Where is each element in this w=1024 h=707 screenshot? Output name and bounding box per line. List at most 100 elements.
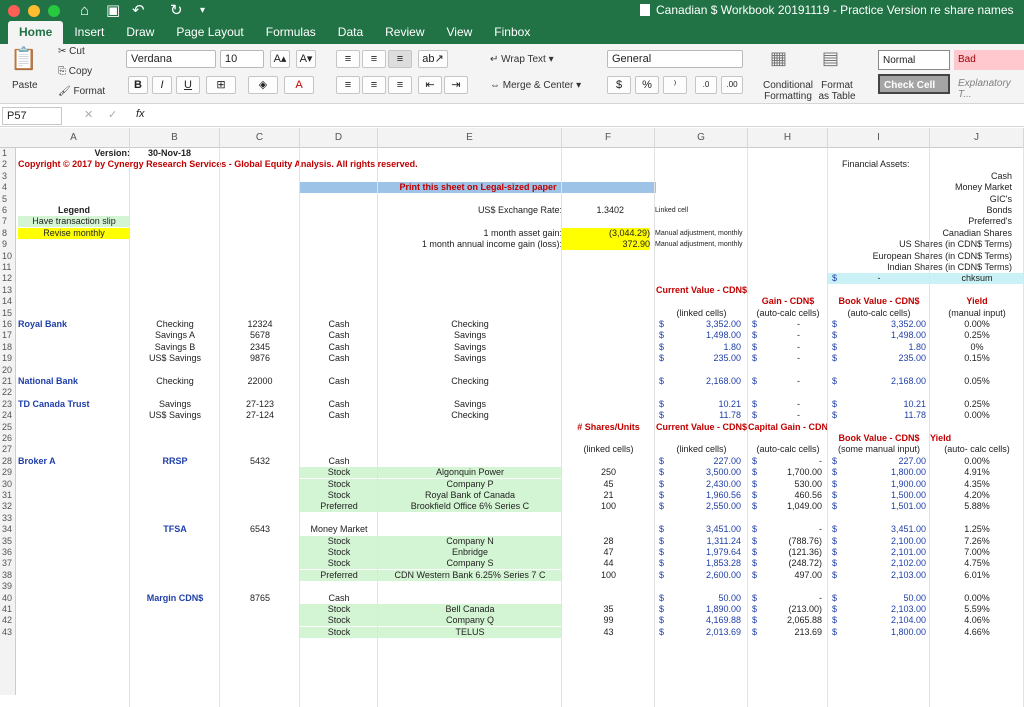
book-value[interactable]: 1,900.00	[828, 479, 926, 490]
account-description[interactable]: Checking	[378, 319, 562, 330]
account-type[interactable]: US$ Savings	[130, 353, 220, 364]
align-right-button[interactable]: ≡	[388, 76, 412, 94]
gain-value[interactable]: -	[748, 319, 800, 330]
capital-gain[interactable]: (213.00)	[748, 604, 822, 615]
financial-asset-item[interactable]: European Shares (in CDN$ Terms)	[828, 251, 1012, 262]
current-value[interactable]: 235.00	[655, 353, 741, 364]
row-header[interactable]: 15	[0, 307, 16, 319]
gain-header[interactable]: Gain - CDN$	[748, 296, 828, 307]
book-value[interactable]: 1,800.00	[828, 467, 926, 478]
book-value[interactable]: 2,168.00	[828, 376, 926, 387]
fx-rate-value[interactable]: 1.3402	[562, 205, 624, 216]
align-top-button[interactable]: ≡	[336, 50, 360, 68]
book-value-header[interactable]: Book Value - CDN$	[828, 296, 930, 307]
column-header-g[interactable]: G	[655, 128, 748, 148]
current-value[interactable]: 4,169.88	[655, 615, 741, 626]
capital-gain[interactable]: 1,049.00	[748, 501, 822, 512]
decrease-decimal-button[interactable]: .00	[721, 76, 743, 94]
paste-icon[interactable]: 📋	[10, 46, 37, 72]
decrease-indent-button[interactable]: ⇤	[418, 76, 442, 94]
yield-value[interactable]: 6.01%	[930, 570, 1024, 581]
row-header[interactable]: 23	[0, 398, 16, 411]
bold-button[interactable]: B	[128, 76, 148, 94]
column-header-e[interactable]: E	[378, 128, 562, 148]
merge-center-button[interactable]: ⇔ Merge & Center ▾	[490, 80, 581, 91]
yield-sub[interactable]: (manual input)	[930, 308, 1024, 319]
security-name[interactable]: Brookfield Office 6% Series C	[378, 501, 562, 513]
gain-sub[interactable]: (auto-calc cells)	[748, 308, 828, 319]
asset-class[interactable]: Cash	[300, 353, 378, 364]
yield-value[interactable]: 4.06%	[930, 615, 1024, 626]
current-value[interactable]: 3,500.00	[655, 467, 741, 478]
asset-class[interactable]: Stock	[300, 615, 378, 627]
yield-value[interactable]: 0.25%	[930, 399, 1024, 410]
row-header[interactable]: 1	[0, 148, 16, 160]
current-value[interactable]: 3,352.00	[655, 319, 741, 330]
yield-value[interactable]: 0.25%	[930, 330, 1024, 341]
yield-value[interactable]: 7.26%	[930, 536, 1024, 547]
copyright-text[interactable]: Copyright © 2017 by Cynergy Research Ser…	[18, 159, 538, 170]
current-value[interactable]: 50.00	[655, 593, 741, 604]
row-header[interactable]: 11	[0, 262, 16, 274]
cancel-icon[interactable]: ✕	[84, 108, 93, 121]
security-name[interactable]: Royal Bank of Canada	[378, 490, 562, 501]
capital-gain[interactable]: 497.00	[748, 570, 822, 581]
book-value[interactable]: 11.78	[828, 410, 926, 421]
share-count[interactable]: 21	[562, 490, 655, 501]
book-value[interactable]: 3,352.00	[828, 319, 926, 330]
tab-view[interactable]: View	[436, 21, 484, 44]
capital-gain[interactable]: 2,065.88	[748, 615, 822, 626]
style-normal[interactable]: Normal	[878, 50, 950, 70]
tab-data[interactable]: Data	[327, 21, 374, 44]
legend-transaction-slip[interactable]: Have transaction slip	[18, 216, 130, 228]
fill-color-button[interactable]: ◈	[248, 76, 278, 94]
broker-book-value-header[interactable]: Book Value - CDN$	[828, 433, 930, 444]
yield-value[interactable]: 5.88%	[930, 501, 1024, 512]
copy-button[interactable]: ⎘ Copy	[58, 66, 92, 77]
style-explanatory[interactable]: Explanatory T...	[954, 74, 1024, 100]
current-value[interactable]: 1,890.00	[655, 604, 741, 615]
tab-finbox[interactable]: Finbox	[483, 21, 541, 44]
book-value[interactable]: 2,104.00	[828, 615, 926, 626]
current-value[interactable]: 1,853.28	[655, 558, 741, 569]
row-header[interactable]	[0, 683, 16, 696]
yield-value[interactable]: 0.15%	[930, 353, 1024, 364]
current-value-sub[interactable]: (linked cells)	[655, 308, 748, 319]
account-number[interactable]: 27-124	[220, 410, 300, 421]
minimize-window-button[interactable]	[28, 5, 40, 17]
book-value[interactable]: 2,101.00	[828, 547, 926, 558]
income-gain-value[interactable]: 372.90	[562, 239, 650, 251]
account-number[interactable]: 5432	[220, 456, 300, 467]
account-type[interactable]: Savings B	[130, 342, 220, 353]
account-description[interactable]: Checking	[378, 376, 562, 387]
security-name[interactable]: TELUS	[378, 626, 562, 638]
font-color-button[interactable]: A	[284, 76, 314, 94]
increase-decimal-button[interactable]: .0	[695, 76, 717, 94]
share-count[interactable]: 45	[562, 479, 655, 490]
security-name[interactable]: Company Q	[378, 615, 562, 627]
bank-name[interactable]: TD Canada Trust	[18, 399, 130, 410]
share-count[interactable]: 100	[562, 501, 655, 512]
capital-gain-sub[interactable]: (auto-calc cells)	[748, 444, 828, 455]
financial-asset-item[interactable]: Cash	[828, 171, 1012, 182]
row-header[interactable]: 20	[0, 364, 16, 376]
share-count[interactable]: 250	[562, 467, 655, 478]
row-header[interactable]: 36	[0, 547, 16, 559]
row-header[interactable]: 17	[0, 330, 16, 342]
shares-sub[interactable]: (linked cells)	[562, 444, 655, 455]
account-type[interactable]: Checking	[130, 376, 220, 387]
yield-value[interactable]: 4.66%	[930, 627, 1024, 638]
account-description[interactable]: Savings	[378, 399, 562, 410]
current-value[interactable]: 2,600.00	[655, 570, 741, 581]
tab-home[interactable]: Home	[8, 21, 64, 44]
capital-gain[interactable]: 213.69	[748, 627, 822, 638]
yield-value[interactable]: 4.91%	[930, 467, 1024, 478]
row-header[interactable]: 43	[0, 626, 16, 639]
percent-button[interactable]: %	[635, 76, 659, 94]
font-name-select[interactable]: Verdana	[126, 50, 216, 68]
capital-gain[interactable]: -	[748, 593, 822, 604]
version-label[interactable]: Version:	[18, 148, 130, 159]
yield-value[interactable]: 5.59%	[930, 604, 1024, 615]
current-value-header[interactable]: Current Value - CDN$	[655, 285, 748, 296]
column-header-b[interactable]: B	[130, 128, 220, 148]
